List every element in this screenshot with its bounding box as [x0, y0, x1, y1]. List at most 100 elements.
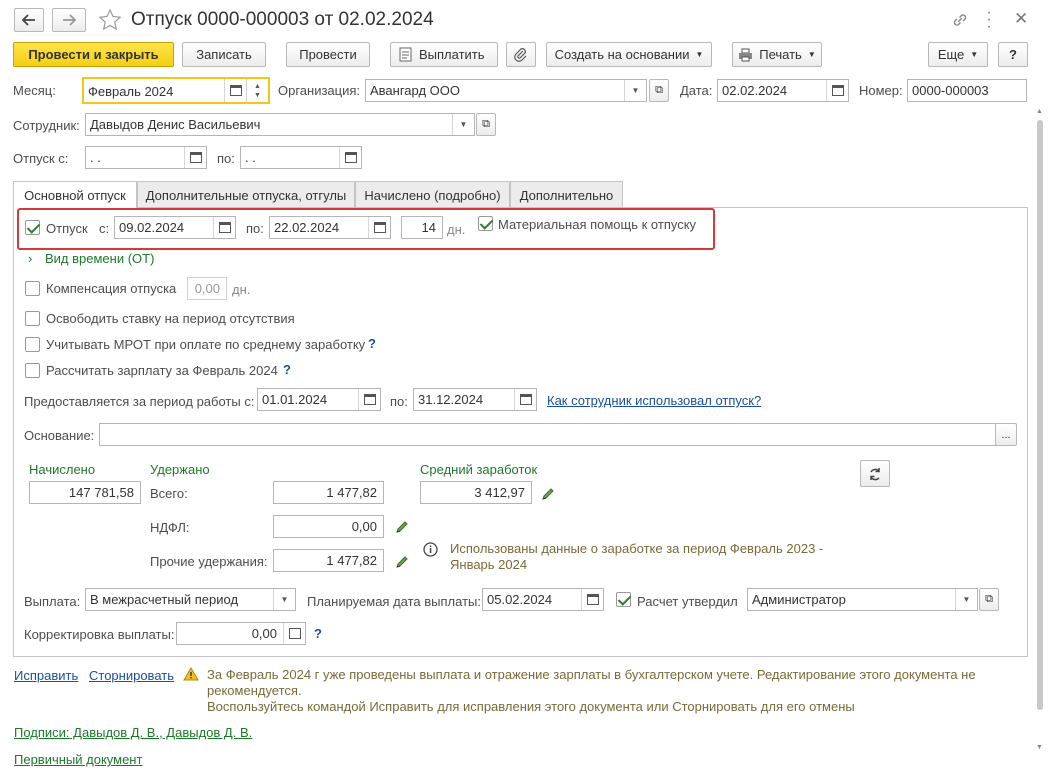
payout-value: В межрасчетный период	[90, 592, 239, 607]
storno-link[interactable]: Сторнировать	[89, 668, 174, 683]
post-button[interactable]: Провести	[286, 42, 370, 67]
correction-field[interactable]: 0,00	[176, 622, 306, 645]
edit-average-pencil-icon[interactable]	[541, 487, 555, 501]
approved-checkbox[interactable]	[616, 592, 631, 607]
edit-ndfl-pencil-icon[interactable]	[395, 520, 409, 534]
edit-other-pencil-icon[interactable]	[395, 555, 409, 569]
more-button[interactable]: Еще ▼	[928, 42, 988, 67]
tab-accrued-detailed[interactable]: Начислено (подробно)	[355, 181, 510, 208]
calc-salary-checkbox[interactable]	[25, 363, 40, 378]
post-and-close-button[interactable]: Провести и закрыть	[13, 42, 174, 67]
correction-label: Корректировка выплаты:	[24, 627, 175, 642]
dropdown-arrow-icon[interactable]: ▼	[955, 589, 977, 610]
organization-field[interactable]: Авангард ООО ▼	[365, 79, 647, 102]
link-icon[interactable]	[952, 12, 968, 28]
dropdown-arrow-icon: ▼	[970, 50, 979, 59]
signatures-link[interactable]: Подписи: Давыдов Д. В., Давыдов Д. В.	[14, 725, 252, 740]
printer-icon	[739, 48, 753, 61]
total-field[interactable]: 1 477,82	[273, 481, 384, 504]
number-label: Номер:	[859, 83, 903, 98]
other-withholdings-field[interactable]: 1 477,82	[273, 549, 384, 572]
fix-link[interactable]: Исправить	[14, 668, 78, 683]
month-value: Февраль 2024	[88, 84, 174, 99]
open-employee-button[interactable]: ⧉	[476, 113, 496, 136]
calendar-icon[interactable]	[184, 147, 206, 168]
work-period-from-value: 01.01.2024	[262, 392, 328, 407]
calendar-icon[interactable]	[514, 389, 536, 410]
date-field[interactable]: 02.02.2024	[717, 79, 849, 102]
arrow-left-icon	[22, 14, 35, 26]
basis-select-button[interactable]: ...	[995, 423, 1017, 446]
tab-additional[interactable]: Дополнительно	[510, 181, 623, 208]
star-icon[interactable]	[99, 9, 121, 30]
calendar-icon[interactable]	[339, 147, 361, 168]
vacation-to-field[interactable]: . .	[240, 146, 362, 169]
average-earnings-label: Средний заработок	[420, 462, 538, 477]
tab-additional-vacations[interactable]: Дополнительные отпуска, отгулы	[137, 181, 355, 208]
release-rate-checkbox[interactable]	[25, 311, 40, 326]
tab-main-vacation[interactable]: Основной отпуск	[13, 181, 137, 209]
ndfl-field[interactable]: 0,00	[273, 515, 384, 538]
chevron-right-icon[interactable]: ›	[28, 251, 32, 266]
calc-salary-help-icon[interactable]: ?	[283, 362, 291, 377]
window-title: Отпуск 0000-000003 от 02.02.2024	[131, 9, 434, 30]
dropdown-arrow-icon[interactable]: ▼	[452, 114, 474, 135]
scroll-down-arrow[interactable]: ▼	[1036, 744, 1043, 751]
other-withholdings-label: Прочие удержания:	[150, 554, 268, 569]
calculator-icon[interactable]	[283, 623, 305, 644]
payout-field[interactable]: В межрасчетный период ▼	[85, 588, 296, 611]
average-earnings-field[interactable]: 3 412,97	[420, 481, 532, 504]
calendar-icon[interactable]	[224, 79, 246, 102]
compensation-field[interactable]: 0,00	[187, 277, 227, 300]
month-field[interactable]: Февраль 2024 ▲ ▼	[82, 77, 270, 104]
back-button[interactable]	[14, 8, 44, 32]
release-rate-label: Освободить ставку на период отсутствия	[46, 311, 295, 326]
mrot-checkbox[interactable]	[25, 337, 40, 352]
create-based-button[interactable]: Создать на основании ▼	[546, 42, 712, 67]
number-field[interactable]: 0000-000003	[907, 79, 1027, 102]
scrollbar-track[interactable]: ▲ ▼	[1036, 108, 1044, 758]
calendar-icon[interactable]	[826, 80, 848, 101]
approved-by-field[interactable]: Администратор ▼	[747, 588, 978, 611]
planned-date-label: Планируемая дата выплаты:	[307, 594, 481, 609]
forward-button[interactable]	[52, 8, 86, 32]
planned-date-field[interactable]: 05.02.2024	[482, 588, 604, 611]
calendar-icon[interactable]	[581, 589, 603, 610]
withheld-label: Удержано	[150, 462, 210, 477]
dropdown-arrow-icon[interactable]: ▼	[273, 589, 295, 610]
info-icon	[423, 542, 438, 557]
scrollbar-thumb[interactable]	[1037, 120, 1043, 710]
help-button[interactable]: ?	[998, 42, 1028, 67]
mrot-help-icon[interactable]: ?	[368, 336, 376, 351]
more-menu-icon[interactable]: · · ·	[984, 5, 994, 35]
primary-document-link[interactable]: Первичный документ	[14, 752, 142, 767]
work-period-from-field[interactable]: 01.01.2024	[257, 388, 381, 411]
month-spinner[interactable]: ▲ ▼	[246, 79, 268, 102]
how-used-vacation-link[interactable]: Как сотрудник использовал отпуск?	[547, 393, 761, 408]
compensation-checkbox[interactable]	[25, 281, 40, 296]
basis-label: Основание:	[24, 428, 95, 443]
recalculate-button[interactable]	[860, 460, 890, 487]
print-button[interactable]: Печать ▼	[732, 42, 822, 67]
scroll-up-arrow[interactable]: ▲	[1036, 108, 1043, 115]
vacation-from-field[interactable]: . .	[85, 146, 207, 169]
correction-help-icon[interactable]: ?	[314, 626, 322, 641]
employee-value: Давыдов Денис Васильевич	[90, 117, 261, 132]
close-icon[interactable]: ✕	[1014, 9, 1028, 29]
pay-button[interactable]: Выплатить	[390, 42, 498, 67]
dropdown-arrow-icon[interactable]: ▼	[624, 80, 646, 101]
basis-field[interactable]	[99, 423, 997, 446]
work-period-to-field[interactable]: 31.12.2024	[413, 388, 537, 411]
save-button[interactable]: Записать	[182, 42, 266, 67]
employee-field[interactable]: Давыдов Денис Васильевич ▼	[85, 113, 475, 136]
accrued-field[interactable]: 147 781,58	[29, 481, 141, 504]
calc-salary-label: Рассчитать зарплату за Февраль 2024	[46, 363, 278, 378]
calendar-icon[interactable]	[358, 389, 380, 410]
work-period-to-value: 31.12.2024	[418, 392, 484, 407]
open-approver-button[interactable]: ⧉	[979, 588, 999, 611]
attach-button[interactable]	[506, 42, 536, 67]
print-label: Печать	[759, 47, 802, 62]
time-type-link[interactable]: Вид времени (ОТ)	[45, 251, 154, 266]
open-organization-button[interactable]: ⧉	[649, 79, 669, 102]
vacation-from-value: . .	[90, 150, 101, 165]
